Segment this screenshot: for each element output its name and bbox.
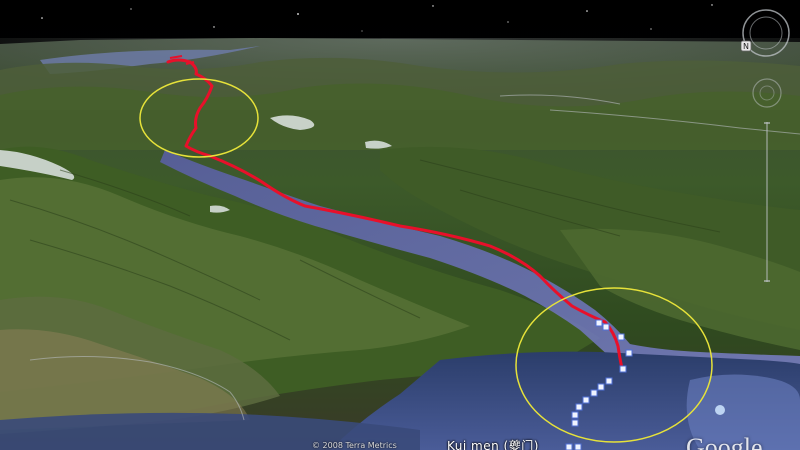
- waypoint-marker: [625, 349, 633, 357]
- waypoint-marker: [575, 403, 583, 411]
- google-brand-logo: Google: [686, 433, 763, 450]
- zoom-slider-icon[interactable]: [764, 122, 770, 282]
- terrain-view[interactable]: [0, 0, 800, 450]
- waypoint-marker: [605, 377, 613, 385]
- waypoint-marker: [571, 419, 579, 427]
- waypoint-marker: [574, 443, 582, 450]
- place-label-kuimen[interactable]: Kui men (夔门): [447, 437, 539, 450]
- waypoint-marker: [582, 396, 590, 404]
- water-glint: [715, 405, 725, 415]
- compass-north-label: N: [743, 42, 749, 51]
- waypoint-marker: [597, 383, 605, 391]
- waypoint-marker: [617, 333, 625, 341]
- waypoint-marker: [565, 443, 573, 450]
- waypoint-marker: [602, 323, 610, 331]
- waypoint-marker: [619, 365, 627, 373]
- compass-ring-icon[interactable]: N: [740, 8, 791, 58]
- waypoint-marker: [595, 319, 603, 327]
- waypoint-marker: [571, 411, 579, 419]
- look-around-icon[interactable]: [751, 77, 783, 109]
- waypoint-marker: [590, 389, 598, 397]
- earth-3d-viewport[interactable]: © 2008 Terra Metrics Kui men (夔门) Google…: [0, 0, 800, 450]
- imagery-copyright: © 2008 Terra Metrics: [312, 441, 397, 450]
